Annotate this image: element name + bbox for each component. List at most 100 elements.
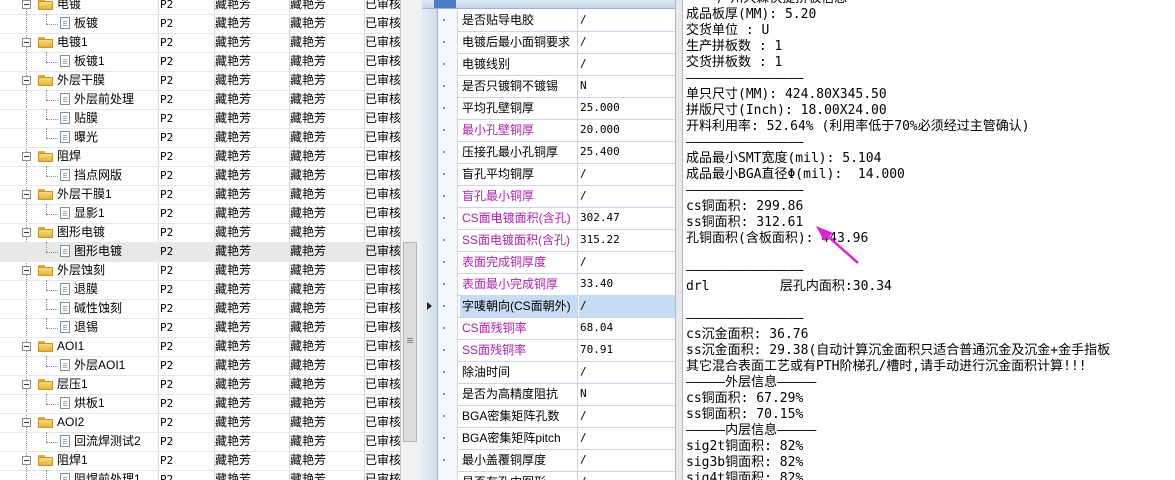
grid-splitter[interactable] bbox=[675, 0, 683, 480]
tree-row[interactable]: 曝光 P2 藏艳芳 藏艳芳 已审核 bbox=[0, 128, 400, 148]
grid-row[interactable]: SS面残铜率 70.91 bbox=[422, 339, 675, 362]
grid-row[interactable]: 电镀后最小面铜要求 / bbox=[422, 31, 675, 54]
row-header[interactable] bbox=[422, 53, 438, 75]
grid-field-value[interactable]: / bbox=[579, 471, 675, 480]
row-header[interactable] bbox=[422, 383, 438, 405]
tree-scrollbar[interactable] bbox=[402, 0, 418, 480]
tree-row[interactable]: 板镀1 P2 藏艳芳 藏艳芳 已审核 bbox=[0, 52, 400, 72]
grid-row[interactable]: CS面电镀面积(含孔) 302.47 bbox=[422, 207, 675, 230]
grid-field-value[interactable]: 302.47 bbox=[579, 207, 675, 229]
row-header[interactable] bbox=[422, 141, 438, 163]
tree-row[interactable]: 层压1 P2 藏艳芳 藏艳芳 已审核 bbox=[0, 375, 400, 395]
grid-row[interactable]: 平均孔壁铜厚 25.000 bbox=[422, 97, 675, 120]
row-header[interactable] bbox=[422, 75, 438, 97]
grid-field-value[interactable]: / bbox=[579, 449, 675, 471]
grid-field-value[interactable]: / bbox=[579, 295, 675, 317]
row-header[interactable] bbox=[422, 31, 438, 53]
grid-row[interactable]: 是否有孔内图形/ bbox=[422, 471, 675, 480]
row-header[interactable] bbox=[422, 119, 438, 141]
grid-field-value[interactable]: 68.04 bbox=[579, 317, 675, 339]
grid-row[interactable]: 是否为高精度阻抗 N bbox=[422, 383, 675, 406]
tree-row[interactable]: 电镀 P2 藏艳芳 藏艳芳 已审核 bbox=[0, 0, 400, 15]
scrollbar-thumb[interactable] bbox=[403, 242, 417, 442]
grid-row[interactable]: 盲孔平均铜厚 / bbox=[422, 163, 675, 186]
row-header[interactable] bbox=[422, 405, 438, 427]
grid-field-value[interactable]: / bbox=[579, 163, 675, 185]
collapse-toggle-icon[interactable] bbox=[22, 0, 31, 9]
collapse-toggle-icon[interactable] bbox=[22, 380, 31, 389]
row-header[interactable] bbox=[422, 9, 438, 31]
tree-row[interactable]: 阻焊 P2 藏艳芳 藏艳芳 已审核 bbox=[0, 147, 400, 167]
tree-row[interactable]: 电镀1 P2 藏艳芳 藏艳芳 已审核 bbox=[0, 33, 400, 53]
collapse-toggle-icon[interactable] bbox=[22, 266, 31, 275]
row-header[interactable] bbox=[422, 273, 438, 295]
tree-row[interactable]: 图形电镀 P2 藏艳芳 藏艳芳 已审核 bbox=[0, 242, 400, 262]
tree-row[interactable]: AOI1 P2 藏艳芳 藏艳芳 已审核 bbox=[0, 337, 400, 357]
grid-row[interactable]: 除油时间 / bbox=[422, 361, 675, 384]
grid-field-value[interactable]: N bbox=[579, 75, 675, 97]
grid-field-value[interactable]: / bbox=[579, 53, 675, 75]
grid-field-value[interactable]: / bbox=[579, 31, 675, 53]
grid-row[interactable]: CS面残铜率 68.04 bbox=[422, 317, 675, 340]
tree-row[interactable]: 外层干膜 P2 藏艳芳 藏艳芳 已审核 bbox=[0, 71, 400, 91]
row-header[interactable] bbox=[422, 163, 438, 185]
collapse-toggle-icon[interactable] bbox=[22, 342, 31, 351]
grid-field-value[interactable]: / bbox=[579, 251, 675, 273]
grid-field-value[interactable]: / bbox=[579, 405, 675, 427]
grid-field-value[interactable]: 33.40 bbox=[579, 273, 675, 295]
grid-field-value[interactable]: 70.91 bbox=[579, 339, 675, 361]
collapse-toggle-icon[interactable] bbox=[22, 152, 31, 161]
grid-corner[interactable] bbox=[434, 0, 456, 8]
tree-row[interactable]: 阻焊前处理1 P2 藏艳芳 藏艳芳 已审核 bbox=[0, 470, 400, 480]
grid-field-value[interactable]: 25.000 bbox=[579, 97, 675, 119]
row-header[interactable] bbox=[422, 339, 438, 361]
grid-field-value[interactable]: N bbox=[579, 383, 675, 405]
collapse-toggle-icon[interactable] bbox=[22, 190, 31, 199]
tree-row[interactable]: 回流焊测试2 P2 藏艳芳 藏艳芳 已审核 bbox=[0, 432, 400, 452]
grid-row[interactable]: 电镀线别 / bbox=[422, 53, 675, 76]
tree-row[interactable]: 显影1 P2 藏艳芳 藏艳芳 已审核 bbox=[0, 204, 400, 224]
row-header[interactable] bbox=[422, 471, 438, 480]
grid-row[interactable]: SS面电镀面积(含孔) 315.22 bbox=[422, 229, 675, 252]
grid-row[interactable]: 字唛朝向(CS面朝外) / bbox=[422, 295, 675, 318]
tree-row[interactable]: 阻焊1 P2 藏艳芳 藏艳芳 已审核 bbox=[0, 451, 400, 471]
grid-row[interactable]: 压接孔最小孔铜厚 25.400 bbox=[422, 141, 675, 164]
row-header[interactable] bbox=[422, 449, 438, 471]
row-header[interactable] bbox=[422, 207, 438, 229]
tree-row[interactable]: 外层AOI1 P2 藏艳芳 藏艳芳 已审核 bbox=[0, 356, 400, 376]
tree-row[interactable]: 外层干膜1 P2 藏艳芳 藏艳芳 已审核 bbox=[0, 185, 400, 205]
grid-field-value[interactable]: / bbox=[579, 9, 675, 31]
grid-row[interactable]: 表面完成铜厚度 / bbox=[422, 251, 675, 274]
grid-row[interactable]: 最小盖覆铜厚度 / bbox=[422, 449, 675, 472]
row-header[interactable] bbox=[422, 229, 438, 251]
tree-row[interactable]: 烘板1 P2 藏艳芳 藏艳芳 已审核 bbox=[0, 394, 400, 414]
row-header[interactable] bbox=[422, 361, 438, 383]
row-header[interactable] bbox=[422, 97, 438, 119]
grid-row[interactable]: 最小孔壁铜厚 20.000 bbox=[422, 119, 675, 142]
row-header[interactable] bbox=[422, 185, 438, 207]
collapse-toggle-icon[interactable] bbox=[22, 456, 31, 465]
grid-row[interactable]: BGA密集矩阵孔数 / bbox=[422, 405, 675, 428]
grid-field-value[interactable]: / bbox=[579, 185, 675, 207]
tree-row[interactable]: 板镀 P2 藏艳芳 藏艳芳 已审核 bbox=[0, 14, 400, 34]
current-row-indicator-icon[interactable] bbox=[422, 295, 438, 317]
tree-row[interactable]: 外层前处理 P2 藏艳芳 藏艳芳 已审核 bbox=[0, 90, 400, 110]
collapse-toggle-icon[interactable] bbox=[22, 418, 31, 427]
grid-row[interactable]: 盲孔最小铜厚 / bbox=[422, 185, 675, 208]
grid-field-value[interactable]: 20.000 bbox=[579, 119, 675, 141]
grid-field-value[interactable]: 315.22 bbox=[579, 229, 675, 251]
grid-row[interactable]: 表面最小完成铜厚 33.40 bbox=[422, 273, 675, 296]
tree-row[interactable]: 贴膜 P2 藏艳芳 藏艳芳 已审核 bbox=[0, 109, 400, 129]
grid-row[interactable]: BGA密集矩阵pitch / bbox=[422, 427, 675, 450]
grid-row[interactable]: 是否贴导电胶 / bbox=[422, 9, 675, 32]
tree-row[interactable]: AOI2 P2 藏艳芳 藏艳芳 已审核 bbox=[0, 413, 400, 433]
collapse-toggle-icon[interactable] bbox=[22, 76, 31, 85]
tree-row[interactable]: 外层蚀刻 P2 藏艳芳 藏艳芳 已审核 bbox=[0, 261, 400, 281]
grid-row[interactable]: 是否只镀铜不镀锡 N bbox=[422, 75, 675, 98]
collapse-toggle-icon[interactable] bbox=[22, 228, 31, 237]
grid-field-value[interactable]: / bbox=[579, 427, 675, 449]
grid-field-value[interactable]: 25.400 bbox=[579, 141, 675, 163]
collapse-toggle-icon[interactable] bbox=[22, 38, 31, 47]
tree-row[interactable]: 挡点网版 P2 藏艳芳 藏艳芳 已审核 bbox=[0, 166, 400, 186]
tree-row[interactable]: 碱性蚀刻 P2 藏艳芳 藏艳芳 已审核 bbox=[0, 299, 400, 319]
